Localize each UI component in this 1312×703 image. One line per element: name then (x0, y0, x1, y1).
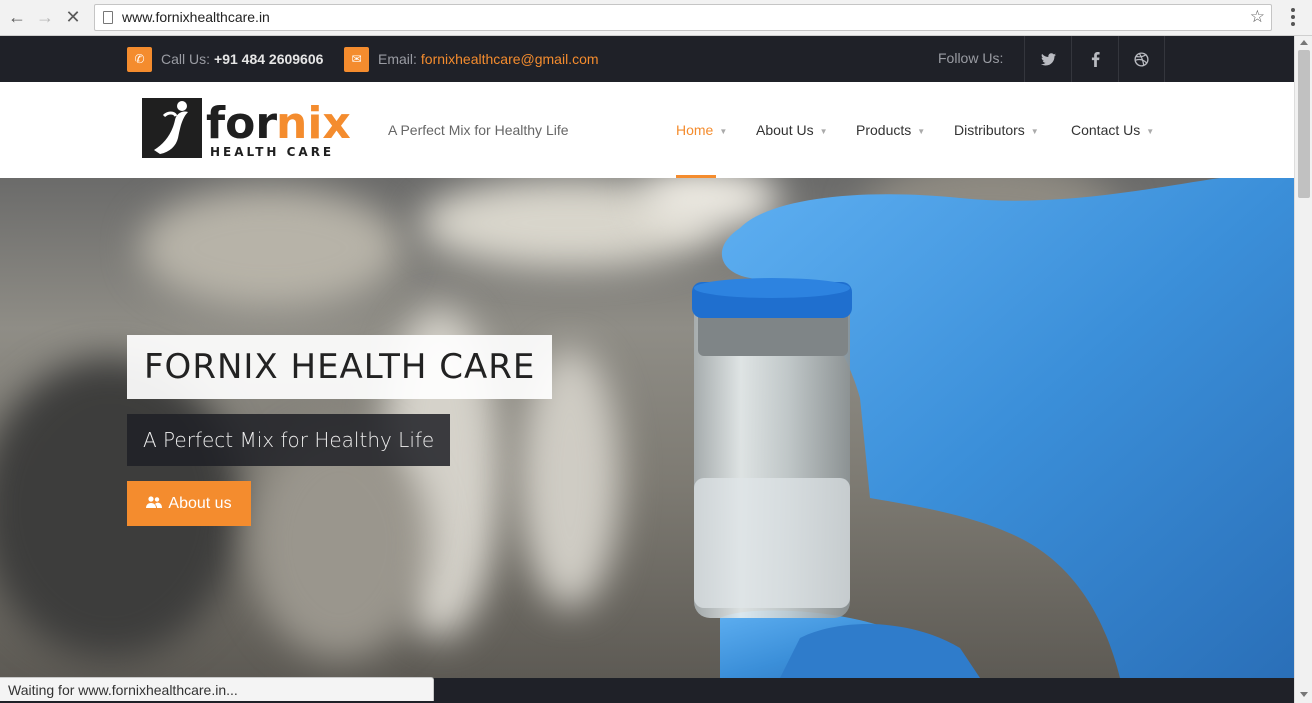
forward-button-icon[interactable]: → (34, 6, 56, 28)
bookmark-star-icon[interactable]: ☆ (1250, 7, 1265, 27)
twitter-icon[interactable] (1024, 36, 1071, 82)
gloved-hand-image (692, 178, 1294, 678)
fornix-logo[interactable]: for nix HEALTH CARE (142, 98, 352, 160)
about-us-button-label: About us (168, 494, 232, 512)
hero-subtitle: A Perfect Mix for Healthy Life (143, 428, 435, 452)
hero-title: FORNIX HEALTH CARE (144, 347, 536, 387)
scroll-up-icon[interactable] (1300, 40, 1308, 45)
nav-home-label: Home (676, 122, 714, 138)
dribbble-icon[interactable] (1118, 36, 1165, 82)
top-contact-bar: ✆ Call Us: +91 484 2609606 ✉ Email: forn… (0, 36, 1294, 82)
chevron-down-icon: ▼ (1146, 126, 1155, 136)
nav-products-label: Products (856, 122, 912, 138)
email-link[interactable]: fornixhealthcare@gmail.com (421, 51, 599, 67)
page-scrollbar[interactable] (1294, 36, 1312, 703)
address-bar[interactable]: www.fornixhealthcare.in ☆ (94, 4, 1272, 31)
url-text[interactable]: www.fornixhealthcare.in (122, 9, 270, 25)
browser-menu-icon[interactable] (1282, 6, 1304, 28)
nav-contact-label: Contact Us (1071, 122, 1141, 138)
nav-distributors[interactable]: Distributors ▼ (954, 122, 1039, 138)
browser-status-bubble: Waiting for www.fornixhealthcare.in... (0, 677, 434, 701)
scrollbar-thumb[interactable] (1298, 50, 1310, 198)
chevron-down-icon: ▼ (719, 126, 728, 136)
nav-about-us[interactable]: About Us ▼ (756, 122, 828, 138)
follow-us-label: Follow Us: (938, 50, 1004, 66)
page-icon (103, 11, 113, 24)
hero-slider: FORNIX HEALTH CARE A Perfect Mix for Hea… (0, 178, 1294, 678)
nav-products[interactable]: Products ▼ (856, 122, 925, 138)
email-label: Email: (378, 51, 417, 67)
nav-contact-us[interactable]: Contact Us ▼ (1071, 122, 1154, 138)
hero-title-box: FORNIX HEALTH CARE (127, 335, 553, 399)
background-blur (140, 188, 400, 308)
site-header: for nix HEALTH CARE A Perfect Mix for He… (0, 82, 1294, 178)
hero-subtitle-box: A Perfect Mix for Healthy Life (127, 414, 451, 466)
email-item: ✉ Email: fornixhealthcare@gmail.com (344, 46, 599, 72)
browser-toolbar: ← → ✕ www.fornixhealthcare.in ☆ (0, 0, 1312, 36)
call-label: Call Us: (161, 51, 211, 67)
nav-about-label: About Us (756, 122, 814, 138)
page-viewport: ✆ Call Us: +91 484 2609606 ✉ Email: forn… (0, 36, 1294, 703)
scroll-down-icon[interactable] (1300, 692, 1308, 697)
users-icon (146, 496, 163, 511)
facebook-icon[interactable] (1071, 36, 1118, 82)
about-us-button[interactable]: About us (127, 481, 251, 526)
logo-subtext: HEALTH CARE (210, 145, 334, 159)
nav-distributors-label: Distributors (954, 122, 1025, 138)
logo-text-accent: nix (276, 98, 351, 149)
logo-text-dark: for (206, 98, 277, 149)
nav-home[interactable]: Home ▼ (676, 122, 727, 138)
chevron-down-icon: ▼ (917, 126, 926, 136)
status-text: Waiting for www.fornixhealthcare.in... (8, 681, 238, 698)
envelope-icon: ✉ (344, 46, 369, 72)
phone-icon: ✆ (127, 46, 152, 72)
chevron-down-icon: ▼ (1030, 126, 1039, 136)
chevron-down-icon: ▼ (819, 126, 828, 136)
call-number[interactable]: +91 484 2609606 (214, 51, 323, 67)
header-tagline: A Perfect Mix for Healthy Life (388, 122, 569, 138)
stop-loading-icon[interactable]: ✕ (62, 6, 84, 28)
call-us-item: ✆ Call Us: +91 484 2609606 (127, 46, 323, 72)
back-button-icon[interactable]: ← (6, 6, 28, 28)
